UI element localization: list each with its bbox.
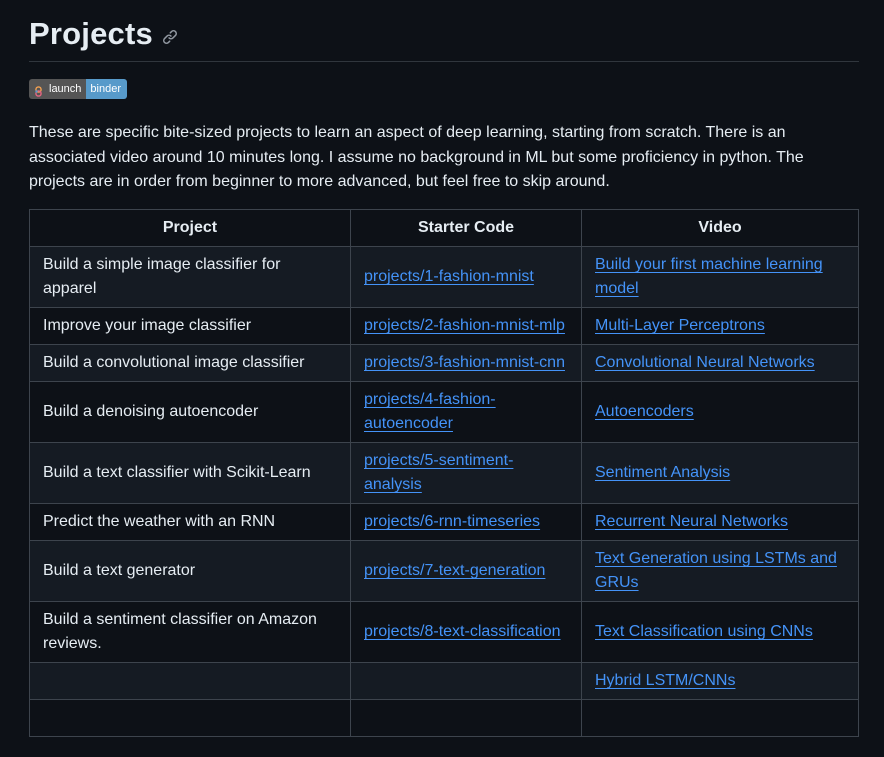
launch-binder-badge[interactable]: launch binder: [29, 79, 127, 99]
video-cell: Build your first machine learning model: [581, 246, 859, 308]
code-cell: projects/2-fashion-mnist-mlp: [350, 307, 582, 345]
code-cell: projects/3-fashion-mnist-cnn: [350, 344, 582, 382]
binder-logo-icon: [33, 84, 44, 97]
project-cell: Build a simple image classifier for appa…: [29, 246, 351, 308]
projects-table: Project Starter Code Video Build a simpl…: [29, 209, 859, 737]
project-cell: Build a convolutional image classifier: [29, 344, 351, 382]
code-cell: projects/4-fashion-autoencoder: [350, 381, 582, 443]
project-cell: [29, 662, 351, 700]
table-row: Build a simple image classifier for appa…: [29, 246, 859, 308]
starter-code-link[interactable]: projects/3-fashion-mnist-cnn: [364, 354, 565, 371]
video-cell: Convolutional Neural Networks: [581, 344, 859, 382]
starter-code-link[interactable]: projects/8-text-classification: [364, 623, 561, 640]
section-heading: Projects: [29, 0, 859, 62]
code-cell: projects/5-sentiment-analysis: [350, 442, 582, 504]
badge-left-label: launch: [49, 83, 82, 95]
video-link[interactable]: Autoencoders: [595, 403, 694, 420]
video-cell: Text Classification using CNNs: [581, 601, 859, 663]
code-cell: projects/7-text-generation: [350, 540, 582, 602]
table-header-row: Project Starter Code Video: [29, 209, 859, 247]
table-row: [29, 699, 859, 737]
video-cell: Multi-Layer Perceptrons: [581, 307, 859, 345]
project-cell: [29, 699, 351, 737]
code-cell: [350, 699, 582, 737]
code-cell: projects/6-rnn-timeseries: [350, 503, 582, 541]
badge-left: launch: [29, 79, 87, 99]
badge-right-label: binder: [86, 79, 127, 99]
video-cell: [581, 699, 859, 737]
starter-code-link[interactable]: projects/6-rnn-timeseries: [364, 513, 540, 530]
video-link[interactable]: Text Classification using CNNs: [595, 623, 813, 640]
video-link[interactable]: Recurrent Neural Networks: [595, 513, 788, 530]
project-cell: Improve your image classifier: [29, 307, 351, 345]
video-cell: Sentiment Analysis: [581, 442, 859, 504]
video-cell: Hybrid LSTM/CNNs: [581, 662, 859, 700]
table-row: Build a denoising autoencoder projects/4…: [29, 381, 859, 443]
project-cell: Build a text generator: [29, 540, 351, 602]
video-link[interactable]: Multi-Layer Perceptrons: [595, 317, 765, 334]
starter-code-link[interactable]: projects/2-fashion-mnist-mlp: [364, 317, 565, 334]
header-starter-code: Starter Code: [350, 209, 582, 247]
video-cell: Text Generation using LSTMs and GRUs: [581, 540, 859, 602]
readme-content: Projects launch binder These are specifi…: [29, 0, 859, 737]
link-icon[interactable]: [162, 29, 178, 45]
video-cell: Recurrent Neural Networks: [581, 503, 859, 541]
video-link[interactable]: Sentiment Analysis: [595, 464, 730, 481]
video-cell: Autoencoders: [581, 381, 859, 443]
starter-code-link[interactable]: projects/5-sentiment-analysis: [364, 452, 513, 493]
table-row: Build a text generator projects/7-text-g…: [29, 540, 859, 602]
starter-code-link[interactable]: projects/7-text-generation: [364, 562, 545, 579]
video-link[interactable]: Text Generation using LSTMs and GRUs: [595, 550, 837, 591]
table-row: Predict the weather with an RNN projects…: [29, 503, 859, 541]
table-row: Improve your image classifier projects/2…: [29, 307, 859, 345]
table-row: Build a text classifier with Scikit-Lear…: [29, 442, 859, 504]
video-link[interactable]: Build your first machine learning model: [595, 256, 823, 297]
page-title: Projects: [29, 16, 153, 51]
project-cell: Build a text classifier with Scikit-Lear…: [29, 442, 351, 504]
project-cell: Build a denoising autoencoder: [29, 381, 351, 443]
starter-code-link[interactable]: projects/4-fashion-autoencoder: [364, 391, 496, 432]
table-row: Hybrid LSTM/CNNs: [29, 662, 859, 700]
table-row: Build a sentiment classifier on Amazon r…: [29, 601, 859, 663]
intro-paragraph: These are specific bite-sized projects t…: [29, 124, 804, 190]
project-cell: Build a sentiment classifier on Amazon r…: [29, 601, 351, 663]
header-project: Project: [29, 209, 351, 247]
starter-code-link[interactable]: projects/1-fashion-mnist: [364, 268, 534, 285]
header-video: Video: [581, 209, 859, 247]
project-cell: Predict the weather with an RNN: [29, 503, 351, 541]
code-cell: projects/8-text-classification: [350, 601, 582, 663]
video-link[interactable]: Convolutional Neural Networks: [595, 354, 815, 371]
table-row: Build a convolutional image classifier p…: [29, 344, 859, 382]
code-cell: [350, 662, 582, 700]
code-cell: projects/1-fashion-mnist: [350, 246, 582, 308]
video-link[interactable]: Hybrid LSTM/CNNs: [595, 672, 735, 689]
